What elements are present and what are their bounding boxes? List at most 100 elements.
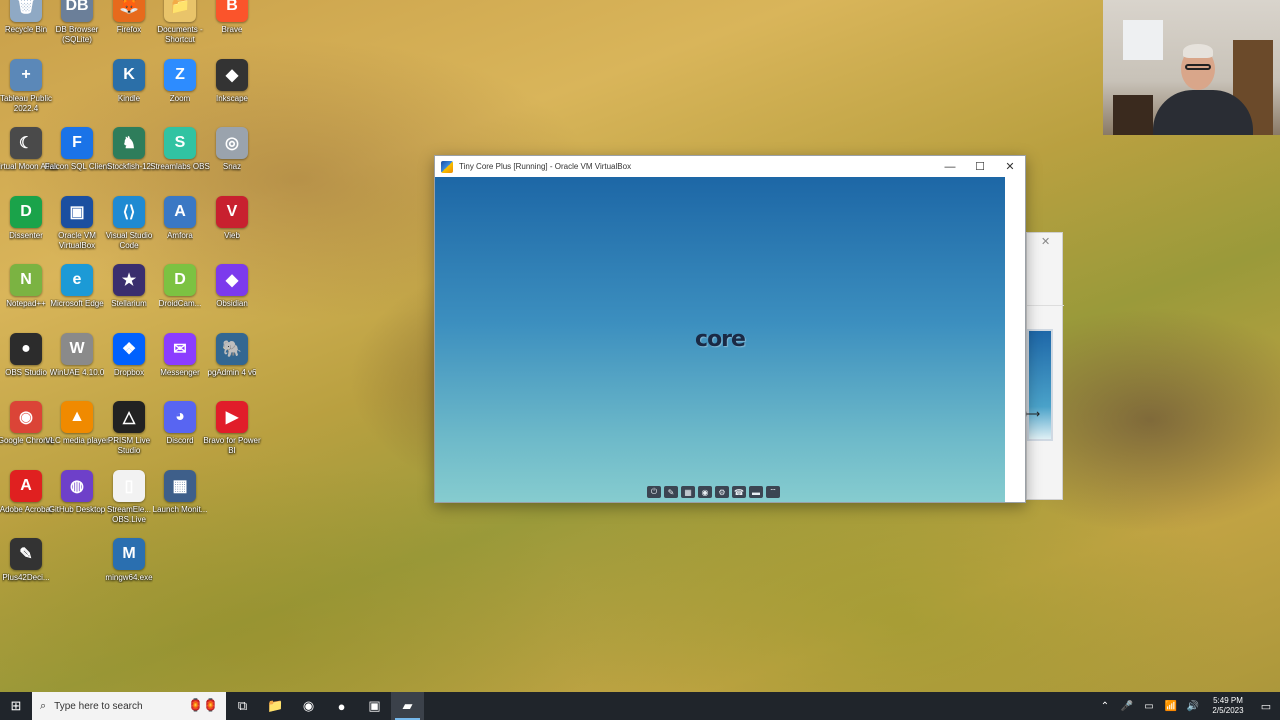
dock-item-6[interactable]: ▬ <box>749 486 763 498</box>
virtualbox-window[interactable]: Tiny Core Plus [Running] - Oracle VM Vir… <box>434 155 1026 503</box>
background-window-close-button[interactable]: ✕ <box>1041 235 1050 248</box>
clock[interactable]: 5:49 PM 2/5/2023 <box>1204 696 1252 716</box>
app-icon: ◍ <box>61 469 93 502</box>
dock-item-4[interactable]: ⚙ <box>715 486 729 498</box>
desktop-icon-label: pgAdmin 4 v6 <box>207 367 257 377</box>
search-highlight-icon: 🏮🏮 <box>188 698 218 712</box>
webcam-person-glasses <box>1185 64 1211 70</box>
clock-date: 2/5/2023 <box>1212 706 1244 715</box>
app-icon: ● <box>10 332 42 365</box>
taskbar-virtualbox-vm-button[interactable]: ▰ <box>391 692 424 720</box>
app-icon: 🐘 <box>216 332 248 365</box>
app-icon: ▲ <box>61 401 93 433</box>
app-icon: ▶ <box>216 401 248 433</box>
taskbar-chrome-button[interactable]: ◉ <box>292 692 325 720</box>
app-icon: ☾ <box>10 127 42 159</box>
desktop-icon-label: Inkscape <box>215 93 249 103</box>
virtualbox-app-icon <box>441 160 453 173</box>
search-box[interactable]: ⌕ Type here to search 🏮🏮 <box>32 692 226 720</box>
desktop-icon-pgadmin-4-v6[interactable]: 🐘 pgAdmin 4 v6 <box>198 332 266 399</box>
app-icon: ★ <box>113 264 145 296</box>
desktop-icon-label: Messenger <box>160 367 200 377</box>
app-icon: 📁 <box>164 0 196 22</box>
vm-window-title: Tiny Core Plus [Running] - Oracle VM Vir… <box>459 162 632 171</box>
desktop-icon-label: Bravo for Power BI <box>203 436 261 455</box>
desktop-icon-tableau-public-2022-4[interactable]: + Tableau Public 2022.4 <box>0 58 60 125</box>
dock-item-1[interactable]: ✎ <box>664 486 678 498</box>
app-icon: + <box>10 58 42 91</box>
webcam-chair <box>1113 95 1153 135</box>
desktop-icon-bravo-for-power-bi[interactable]: ▶ Bravo for Power BI <box>198 401 266 467</box>
clock-time: 5:49 PM <box>1213 696 1243 705</box>
desktop-icon-brave[interactable]: B Brave <box>198 0 266 56</box>
desktop-icon-vieb[interactable]: V Vieb <box>198 195 266 262</box>
desktop-icon-obsidian[interactable]: ◆ Obsidian <box>198 264 266 330</box>
tray-icons: ⌃ 🎤 ▭ 📶 🔊 <box>1094 701 1204 712</box>
dock-item-0[interactable]: ⏻ <box>647 486 661 498</box>
app-icon: e <box>61 264 93 296</box>
desktop-icon-inkscape[interactable]: ◆ Inkscape <box>198 58 266 125</box>
desktop-icon-label: Vieb <box>224 230 240 240</box>
desktop-icon-label: OBS Studio <box>5 367 47 377</box>
app-icon: ▦ <box>164 469 196 502</box>
maximize-button[interactable]: ☐ <box>965 156 995 177</box>
desktop-icon-snaz[interactable]: ◎ Snaz <box>198 127 266 193</box>
tinycore-logo: core <box>695 326 746 352</box>
network-icon[interactable]: 📶 <box>1160 701 1182 712</box>
taskbar-task-view-button[interactable]: ⧉ <box>226 692 259 720</box>
desktop-icon-label: Brave <box>221 25 243 34</box>
taskbar: ⊞ ⌕ Type here to search 🏮🏮 ⧉ 📁 ◉ ● ▣ ▰ ⌃ 🎤 ▭ 📶 🔊 … <box>0 692 1280 720</box>
notifications-button[interactable]: ▭ <box>1252 692 1280 720</box>
desktop-icon-label: Tableau Public 2022.4 <box>0 93 53 113</box>
microphone-icon[interactable]: 🎤 <box>1116 701 1138 712</box>
app-icon: A <box>10 469 42 502</box>
app-icon: 🦊 <box>113 0 145 22</box>
desktop-icon-launch-monit[interactable]: ▦ Launch Monit... <box>146 469 214 536</box>
app-icon: DB <box>61 0 93 22</box>
minimize-button[interactable]: — <box>935 156 965 177</box>
taskbar-apps: ⧉ 📁 ◉ ● ▣ ▰ <box>226 692 424 720</box>
app-icon: ▣ <box>61 195 93 228</box>
desktop-icon-mingw64-exe[interactable]: Mmingw64.exe <box>95 538 163 604</box>
battery-icon[interactable]: ▭ <box>1138 701 1160 712</box>
system-tray: ⌃ 🎤 ▭ 📶 🔊 5:49 PM 2/5/2023 ▭ <box>1094 692 1280 720</box>
desktop-icon-label: DroidCam... <box>158 299 202 308</box>
show-hidden-icons[interactable]: ⌃ <box>1094 701 1116 712</box>
desktop-icon-plus42deci[interactable]: ✎ Plus42Deci... <box>0 538 60 604</box>
desktop-icon-label: Kindle <box>117 93 141 103</box>
app-icon: ◕ <box>164 401 196 433</box>
app-icon: B <box>216 0 248 22</box>
close-button[interactable]: ✕ <box>995 156 1025 177</box>
desktop-icon-label: Firefox <box>116 25 142 34</box>
taskbar-file-explorer-button[interactable]: 📁 <box>259 692 292 720</box>
app-icon: ❖ <box>113 332 145 365</box>
dock-item-5[interactable]: ☎ <box>732 486 746 498</box>
app-icon: ◉ <box>10 401 42 433</box>
dock-item-3[interactable]: ◉ <box>698 486 712 498</box>
app-icon: V <box>216 195 248 228</box>
background-window[interactable]: ✕ <box>1026 232 1064 500</box>
start-button[interactable]: ⊞ <box>0 692 32 720</box>
search-placeholder: Type here to search <box>54 700 143 712</box>
desktop-icon-label: Stockfish-12 <box>106 162 152 171</box>
desktop-icon-label: Recycle Bin <box>4 25 48 34</box>
taskbar-obs-button[interactable]: ● <box>325 692 358 720</box>
app-icon: ▯ <box>113 469 145 502</box>
app-icon: Z <box>164 58 196 91</box>
background-window-divider <box>1027 305 1064 306</box>
taskbar-virtualbox-button[interactable]: ▣ <box>358 692 391 720</box>
desktop-icon-label: Dropbox <box>113 367 145 377</box>
dock-item-2[interactable]: ▦ <box>681 486 695 498</box>
vm-titlebar[interactable]: Tiny Core Plus [Running] - Oracle VM Vir… <box>435 156 1025 177</box>
app-icon: F <box>61 127 93 159</box>
app-icon: A <box>164 195 196 228</box>
dock-item-7[interactable]: ⌔ <box>766 486 780 498</box>
tinycore-dock: ⏻ ✎ ▦ ◉ ⚙ ☎ ▬ ⌔ <box>647 485 780 499</box>
desktop-icon-label: mingw64.exe <box>105 573 153 582</box>
background-window-preview <box>1027 329 1053 441</box>
vm-screen[interactable]: core ⏻ ✎ ▦ ◉ ⚙ ☎ ▬ ⌔ <box>435 177 1005 502</box>
desktop-icon-label: Obsidian <box>216 299 248 308</box>
app-icon: K <box>113 58 145 91</box>
app-icon: ◆ <box>216 58 248 91</box>
volume-icon[interactable]: 🔊 <box>1182 701 1204 712</box>
